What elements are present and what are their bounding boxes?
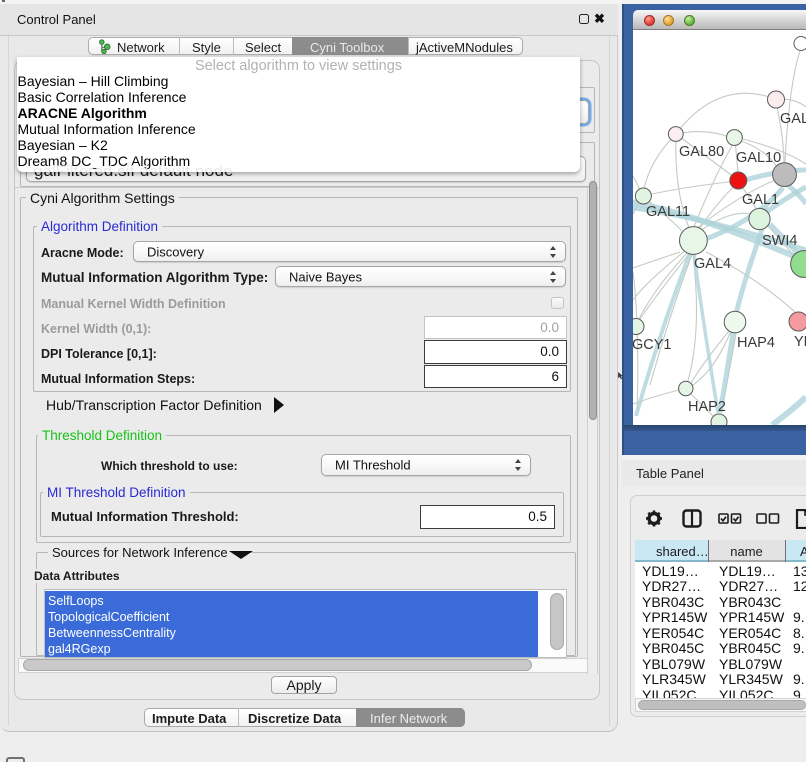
svg-text:HAP2: HAP2 [688, 399, 726, 415]
svg-text:GAL7: GAL7 [780, 111, 806, 127]
svg-text:HAP4: HAP4 [737, 335, 775, 351]
svg-text:GAL80: GAL80 [679, 144, 724, 160]
svg-text:SWI4: SWI4 [762, 233, 797, 249]
svg-text:YM: YM [794, 334, 806, 350]
svg-text:GCY1: GCY1 [633, 337, 672, 353]
svg-text:GAL1: GAL1 [742, 192, 779, 208]
svg-text:GAL4: GAL4 [694, 256, 731, 272]
svg-text:GAL10: GAL10 [736, 150, 781, 166]
svg-text:GAL11: GAL11 [646, 204, 690, 220]
